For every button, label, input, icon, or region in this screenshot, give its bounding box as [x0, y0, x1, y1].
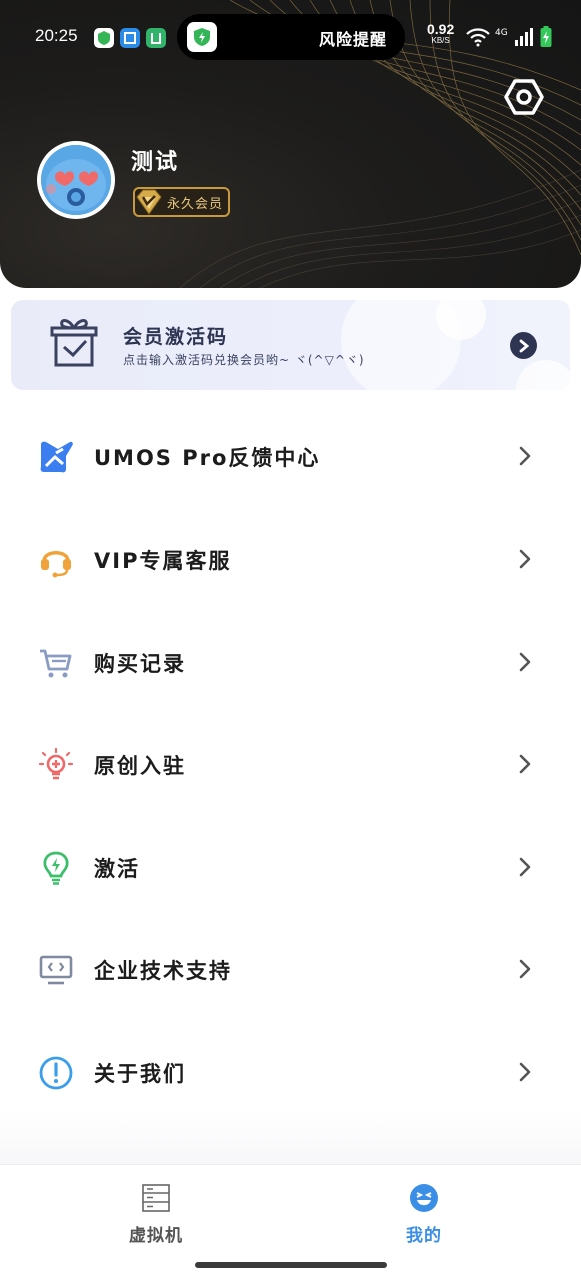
chevron-right-icon — [519, 754, 531, 774]
tab-virtual-machine[interactable]: 虚拟机 — [96, 1181, 216, 1251]
status-time: 20:25 — [35, 26, 78, 45]
menu-label: 关于我们 — [94, 1062, 186, 1086]
network-speed: 0.92 KB/S — [427, 21, 455, 45]
smiley-icon — [410, 1184, 438, 1212]
diamond-vip-icon — [136, 189, 162, 215]
cart-icon — [37, 644, 75, 682]
menu-item-original-creator[interactable]: 原创入驻 — [0, 732, 581, 792]
app-notification-icon — [94, 28, 114, 48]
settings-hexagon-icon — [504, 79, 544, 115]
card-subtitle: 点击输入激活码兑换会员哟~ ヾ(^▽^ヾ) — [123, 353, 365, 367]
umos-logo-icon — [37, 438, 75, 476]
menu-item-activate[interactable]: 激活 — [0, 835, 581, 895]
chevron-right-icon — [519, 1062, 531, 1082]
menu-label: 购买记录 — [94, 652, 186, 676]
menu-item-vip-support[interactable]: VIP专属客服 — [0, 527, 581, 587]
info-icon — [37, 1054, 75, 1092]
gift-box-icon — [50, 319, 98, 367]
tab-label: 我的 — [406, 1226, 442, 1246]
shield-icon — [187, 22, 217, 52]
menu-item-enterprise-support[interactable]: 企业技术支持 — [0, 937, 581, 997]
server-icon — [142, 1184, 170, 1212]
card-title: 会员激活码 — [123, 326, 229, 348]
chevron-right-icon — [519, 857, 531, 877]
menu-label: 激活 — [94, 857, 140, 881]
chevron-right-icon — [510, 332, 537, 359]
headset-icon — [37, 541, 75, 579]
settings-button[interactable] — [503, 76, 545, 118]
membership-badge: 永久会员 — [133, 187, 230, 217]
menu-label: VIP专属客服 — [94, 549, 232, 573]
wifi-icon — [466, 28, 490, 47]
app-notification-icon — [120, 28, 140, 48]
chevron-right-icon — [519, 446, 531, 466]
list-bottom-fade — [0, 1110, 581, 1165]
chevron-right-icon — [519, 652, 531, 672]
tab-label: 虚拟机 — [129, 1226, 183, 1246]
menu-label: 原创入驻 — [94, 754, 186, 778]
dynamic-island-alert[interactable]: 风险提醒 — [177, 14, 405, 60]
signal-icon — [514, 28, 533, 46]
battery-charging-icon — [540, 26, 552, 47]
menu-label: 企业技术支持 — [94, 959, 232, 983]
menu-item-feedback-center[interactable]: UMOS Pro反馈中心 — [0, 424, 581, 484]
profile-header: 20:25 风险提醒 0.92 KB/S 4G 测试 永久会员 — [0, 0, 581, 288]
chevron-right-icon — [519, 549, 531, 569]
avatar[interactable] — [37, 141, 115, 219]
monitor-code-icon — [37, 951, 75, 989]
membership-label: 永久会员 — [167, 196, 224, 212]
username: 测试 — [131, 150, 180, 175]
status-icons: 4G — [465, 26, 552, 48]
tab-mine[interactable]: 我的 — [364, 1181, 484, 1251]
alert-text: 风险提醒 — [318, 30, 387, 49]
home-indicator[interactable] — [195, 1262, 387, 1268]
activation-code-card[interactable]: 会员激活码 点击输入激活码兑换会员哟~ ヾ(^▽^ヾ) — [11, 300, 570, 390]
bolt-bulb-icon — [37, 849, 75, 887]
menu-item-purchase-history[interactable]: 购买记录 — [0, 630, 581, 690]
app-notification-icon — [146, 28, 166, 48]
chevron-right-icon — [519, 959, 531, 979]
status-bar: 20:25 风险提醒 0.92 KB/S 4G — [0, 14, 581, 60]
lightbulb-icon — [37, 746, 75, 784]
network-type: 4G — [495, 28, 508, 38]
avatar-character-icon — [41, 145, 111, 215]
menu-label: UMOS Pro反馈中心 — [94, 446, 321, 470]
menu-item-about-us[interactable]: 关于我们 — [0, 1040, 581, 1100]
